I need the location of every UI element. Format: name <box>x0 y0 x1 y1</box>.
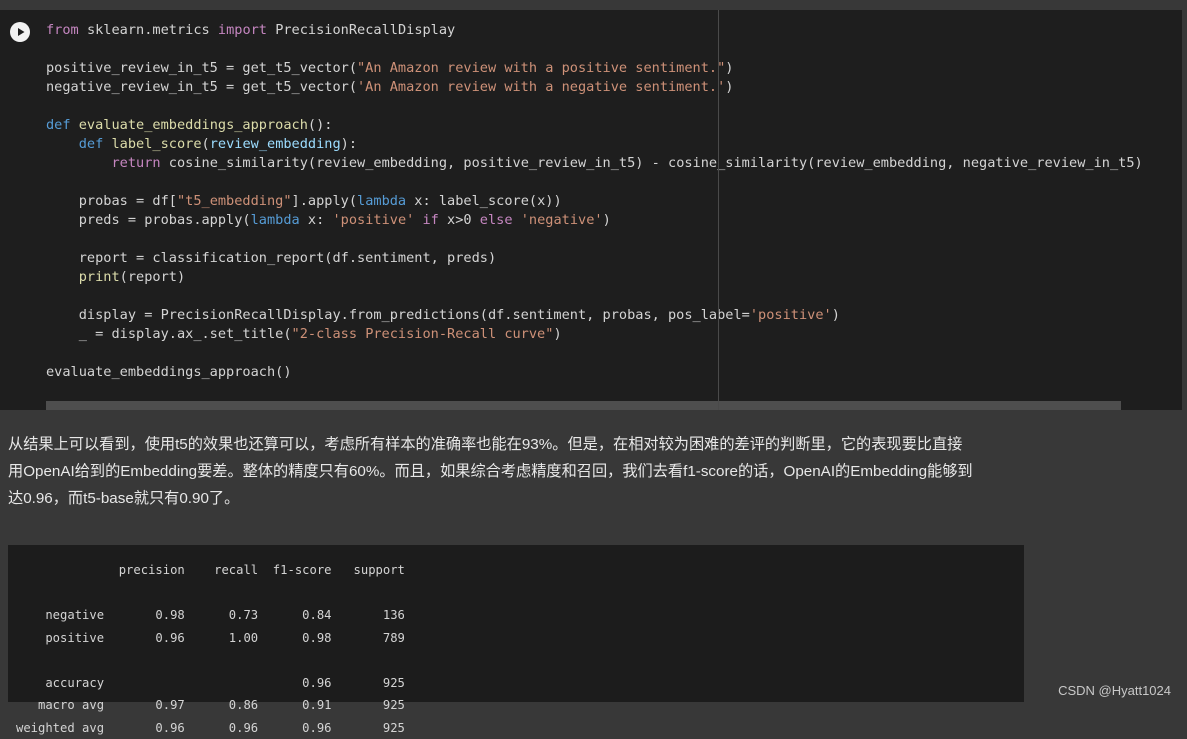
markdown-line: 从结果上可以看到，使用t5的效果也还算可以，考虑所有样本的准确率也能在93%。但… <box>8 436 963 453</box>
code-cell[interactable]: from sklearn.metrics import PrecisionRec… <box>0 10 1182 410</box>
markdown-line: 用OpenAI给到的Embedding要差。整体的精度只有60%。而且，如果综合… <box>8 463 973 480</box>
horizontal-scrollbar[interactable] <box>46 401 1121 410</box>
column-ruler <box>718 10 719 410</box>
markdown-line: 达0.96，而t5-base就只有0.90了。 <box>8 490 240 507</box>
run-cell-button[interactable] <box>10 22 30 42</box>
play-icon <box>18 28 25 36</box>
watermark: CSDN @Hyatt1024 <box>1058 683 1171 698</box>
classification-report: precision recall f1-score support negati… <box>16 563 405 735</box>
output-cell: precision recall f1-score support negati… <box>8 545 1024 735</box>
code-editor[interactable]: from sklearn.metrics import PrecisionRec… <box>46 21 1143 382</box>
code-line-1-a: sklearn.metrics <box>86 22 210 38</box>
markdown-cell[interactable]: 从结果上可以看到，使用t5的效果也还算可以，考虑所有样本的准确率也能在93%。但… <box>8 431 1028 512</box>
top-strip <box>0 0 1187 10</box>
